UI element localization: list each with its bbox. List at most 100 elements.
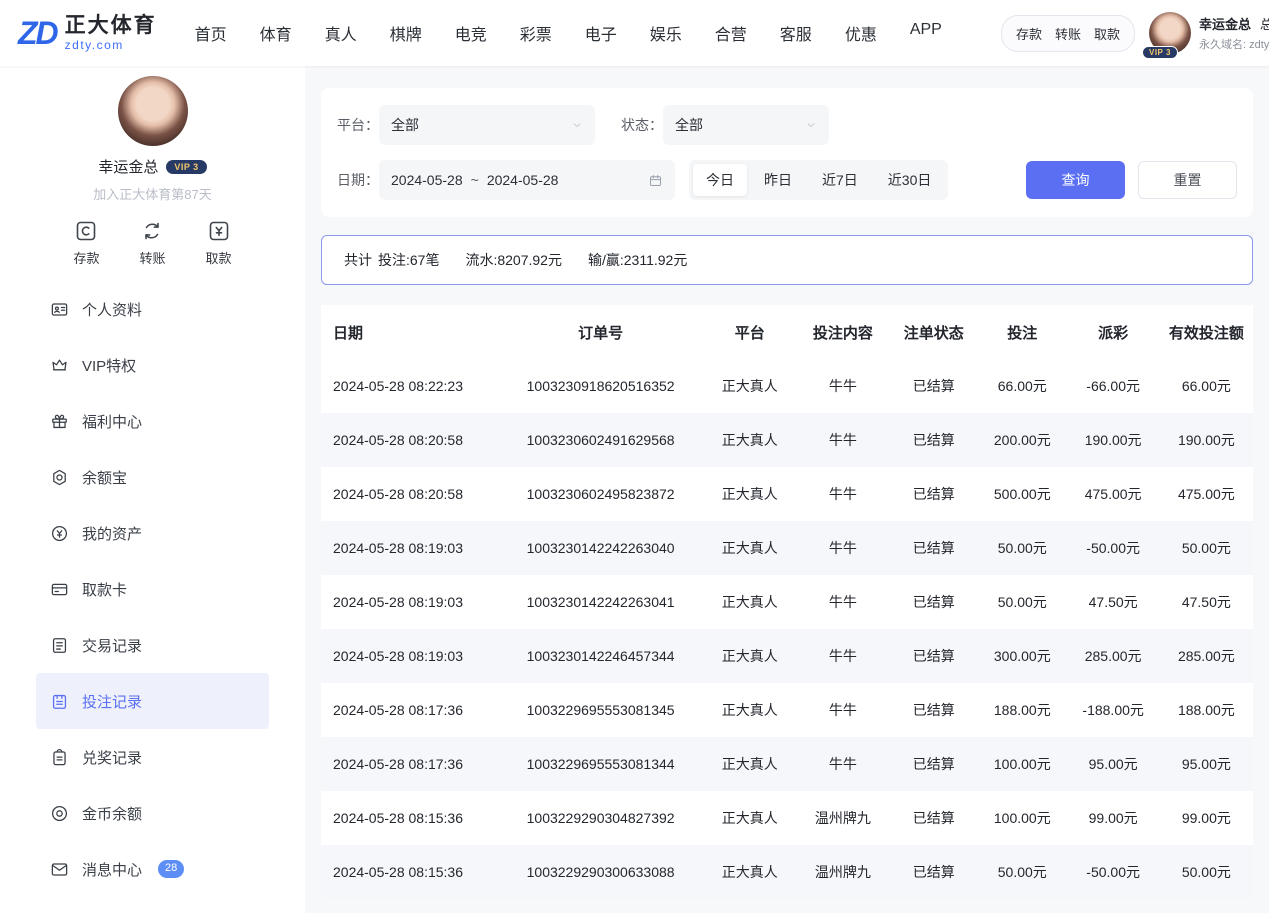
cell-platform: 正大真人	[703, 791, 796, 845]
summary-item: 投注:67笔	[378, 252, 439, 268]
topbar-withdraw-link[interactable]: 取款	[1094, 24, 1120, 43]
cell-platform: 正大真人	[703, 575, 796, 629]
main-area: 平台： 全部 状态： 全部 日期：	[305, 66, 1269, 913]
cell-order: 1003229695553081344	[498, 737, 703, 791]
cell-date: 2024-05-28 08:15:36	[321, 845, 498, 899]
brand-logo-mark: ZD	[18, 15, 57, 52]
search-button[interactable]: 查询	[1026, 161, 1125, 199]
vip-badge: VIP 3	[166, 160, 206, 174]
filter-row-date: 日期： 2024-05-28 ~ 2024-05-28 今日昨日近7日近30日 …	[337, 160, 1237, 200]
quick-date-last30[interactable]: 近30日	[875, 164, 945, 196]
cell-payout: 95.00元	[1067, 737, 1160, 791]
filters-panel: 平台： 全部 状态： 全部 日期：	[321, 88, 1253, 217]
column-header: 有效投注额	[1160, 305, 1253, 359]
status-select-value: 全部	[675, 115, 703, 135]
date-range-input[interactable]: 2024-05-28 ~ 2024-05-28	[379, 160, 675, 200]
nav-item-lottery[interactable]: 彩票	[520, 21, 552, 45]
table-header-row: 日期订单号平台投注内容注单状态投注派彩有效投注额	[321, 305, 1253, 359]
profile-action-transfer[interactable]: 转账	[139, 219, 165, 267]
sidebar-item-messages[interactable]: 消息中心28	[36, 841, 269, 897]
topbar-deposit-link[interactable]: 存款	[1016, 24, 1042, 43]
page-content: 幸运金总 VIP 3 加入正大体育第87天 存款转账取款 个人资料VIP特权福利…	[0, 66, 1269, 913]
table-row: 2024-05-28 08:17:361003229695553081345正大…	[321, 683, 1253, 737]
cell-payout: -188.00元	[1067, 683, 1160, 737]
nav-item-service[interactable]: 客服	[780, 21, 812, 45]
profile-action-label: 存款	[73, 248, 99, 267]
nav-item-app[interactable]: APP	[910, 21, 942, 45]
vip-badge: VIP 3	[1142, 46, 1178, 59]
cell-date: 2024-05-28 08:19:03	[321, 575, 498, 629]
navbar-right: 存款转账取款 VIP 3 幸运金总 总 永久域名: zdty	[1001, 12, 1269, 54]
cell-status: 已结算	[890, 413, 979, 467]
platform-select[interactable]: 全部	[379, 105, 595, 145]
sidebar-item-transactions[interactable]: 交易记录	[36, 617, 269, 673]
column-header: 派彩	[1067, 305, 1160, 359]
reset-button[interactable]: 重置	[1138, 161, 1237, 199]
sidebar-item-gold[interactable]: 金币余额	[36, 785, 269, 841]
quick-date-yesterday[interactable]: 昨日	[751, 164, 805, 196]
chevron-down-icon	[571, 119, 583, 131]
cell-bet: 50.00元	[978, 845, 1067, 899]
transactions-icon	[50, 636, 69, 655]
bet-records-icon	[50, 692, 69, 711]
topbar-user[interactable]: VIP 3 幸运金总 总 永久域名: zdty	[1149, 12, 1269, 54]
cell-payout: 475.00元	[1067, 467, 1160, 521]
cell-bet: 100.00元	[978, 737, 1067, 791]
cell-content: 牛牛	[796, 575, 889, 629]
status-label: 状态：	[621, 115, 663, 135]
nav-item-joint[interactable]: 合营	[715, 21, 747, 45]
nav-item-home[interactable]: 首页	[195, 21, 227, 45]
cell-bet: 50.00元	[978, 521, 1067, 575]
nav-item-sports[interactable]: 体育	[260, 21, 292, 45]
brand-domain: zdty.com	[65, 38, 157, 52]
nav-item-promo[interactable]: 优惠	[845, 21, 877, 45]
sidebar-item-assets[interactable]: 我的资产	[36, 505, 269, 561]
nav-item-entertainment[interactable]: 娱乐	[650, 21, 682, 45]
profile-action-deposit[interactable]: 存款	[73, 219, 99, 267]
nav-item-chess[interactable]: 棋牌	[390, 21, 422, 45]
topbar-transfer-link[interactable]: 转账	[1055, 24, 1081, 43]
cell-payout: -50.00元	[1067, 845, 1160, 899]
sidebar-item-yuebao[interactable]: 余额宝	[36, 449, 269, 505]
cell-platform: 正大真人	[703, 845, 796, 899]
date-end-value: 2024-05-28	[487, 172, 559, 188]
sidebar-item-bets[interactable]: 投注记录	[36, 673, 269, 729]
nav-item-live[interactable]: 真人	[325, 21, 357, 45]
nav-item-slots[interactable]: 电子	[585, 21, 617, 45]
sidebar: 幸运金总 VIP 3 加入正大体育第87天 存款转账取款 个人资料VIP特权福利…	[0, 66, 305, 913]
brand-logo[interactable]: ZD 正大体育 zdty.com	[18, 14, 157, 52]
nav-item-esports[interactable]: 电竞	[455, 21, 487, 45]
sidebar-item-vip[interactable]: VIP特权	[36, 337, 269, 393]
cell-payout: 47.50元	[1067, 575, 1160, 629]
cell-platform: 正大真人	[703, 359, 796, 413]
sidebar-item-feedback[interactable]: 意见反馈	[36, 897, 269, 913]
sidebar-item-profile[interactable]: 个人资料	[36, 281, 269, 337]
bet-records-table: 日期订单号平台投注内容注单状态投注派彩有效投注额 2024-05-28 08:2…	[321, 305, 1253, 899]
cell-valid: 50.00元	[1160, 845, 1253, 899]
sidebar-item-label: 金币余额	[82, 803, 142, 824]
sidebar-item-welfare[interactable]: 福利中心	[36, 393, 269, 449]
cell-content: 牛牛	[796, 521, 889, 575]
profile-action-withdraw[interactable]: 取款	[206, 219, 232, 267]
cell-content: 牛牛	[796, 467, 889, 521]
quick-date-last7[interactable]: 近7日	[809, 164, 871, 196]
cell-date: 2024-05-28 08:17:36	[321, 737, 498, 791]
cell-status: 已结算	[890, 845, 979, 899]
sidebar-item-card[interactable]: 取款卡	[36, 561, 269, 617]
table-row: 2024-05-28 08:20:581003230602495823872正大…	[321, 467, 1253, 521]
status-select[interactable]: 全部	[663, 105, 829, 145]
sidebar-item-label: 福利中心	[82, 411, 142, 432]
username: 幸运金总	[1199, 14, 1251, 33]
cell-payout: 285.00元	[1067, 629, 1160, 683]
profile-avatar[interactable]	[118, 76, 188, 146]
cell-bet: 200.00元	[978, 413, 1067, 467]
sidebar-item-label: 我的资产	[82, 523, 142, 544]
quick-date-today[interactable]: 今日	[693, 164, 747, 196]
cell-date: 2024-05-28 08:17:36	[321, 683, 498, 737]
column-header: 投注	[978, 305, 1067, 359]
cell-valid: 188.00元	[1160, 683, 1253, 737]
brand-name: 正大体育	[65, 14, 157, 37]
crown-icon	[50, 356, 69, 375]
sidebar-item-prizes[interactable]: 兑奖记录	[36, 729, 269, 785]
sidebar-item-label: 消息中心	[82, 859, 142, 880]
